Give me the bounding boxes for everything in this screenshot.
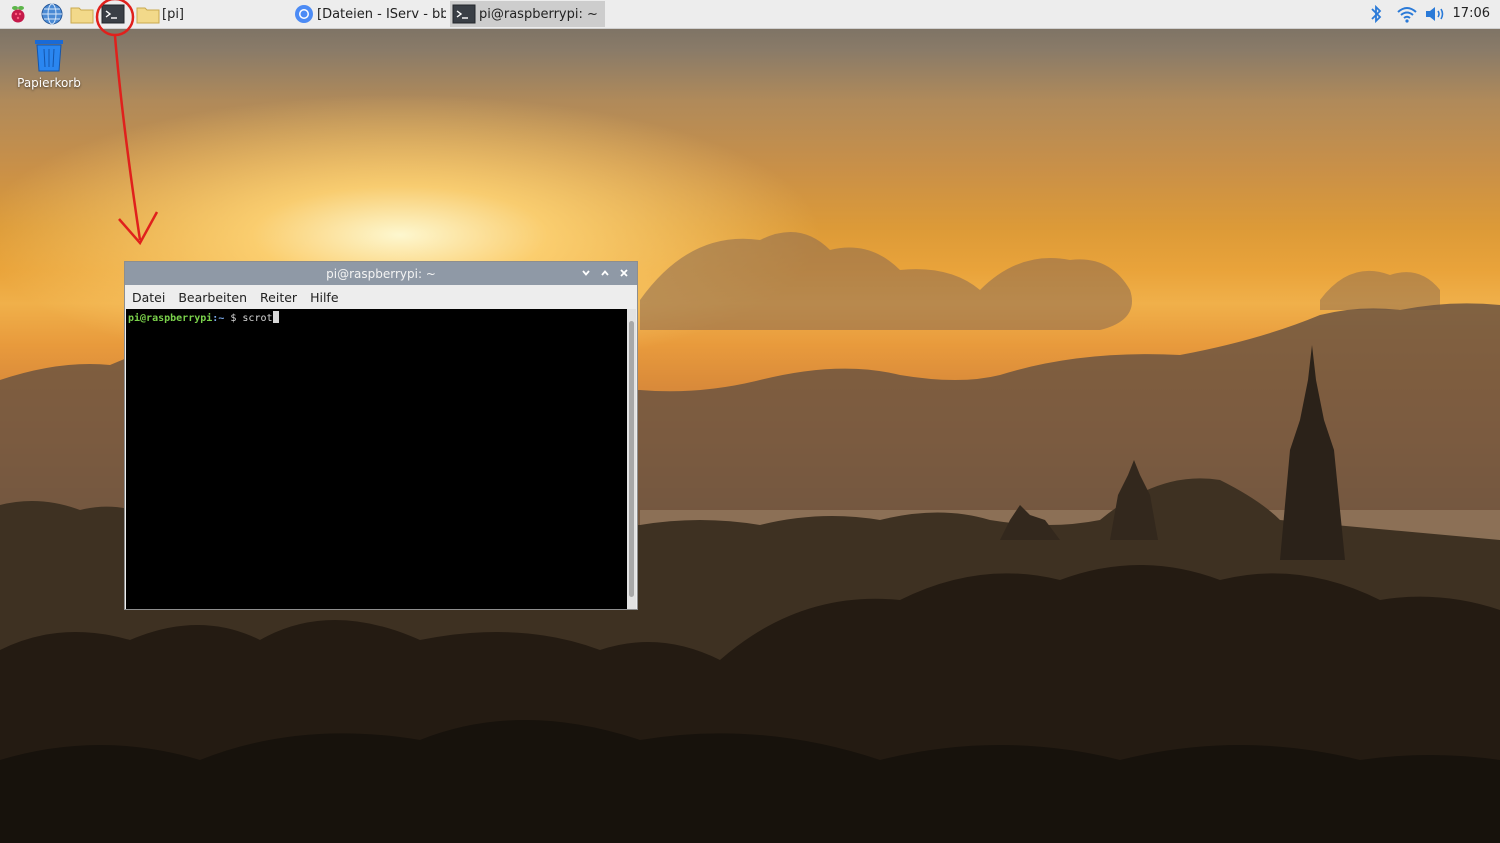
terminal-window: pi@raspberrypi: ~ Datei Bearbeiten Reite… xyxy=(124,261,638,610)
task-label: [pi] xyxy=(162,6,185,22)
trash-label: Papierkorb xyxy=(17,76,81,90)
prompt-user: pi@raspberrypi xyxy=(128,313,213,324)
terminal-output[interactable]: pi@raspberrypi:~ $ scrot xyxy=(126,309,628,609)
minimize-icon[interactable] xyxy=(578,265,593,281)
terminal-scrollbar[interactable] xyxy=(627,309,636,609)
window-title: pi@raspberrypi: ~ xyxy=(326,266,436,281)
chromium-icon xyxy=(294,4,314,24)
clock[interactable]: 17:06 xyxy=(1453,6,1490,21)
menu-hilfe[interactable]: Hilfe xyxy=(310,290,338,305)
prompt-path: :~ xyxy=(212,313,225,324)
folder-icon xyxy=(136,4,160,24)
raspberry-menu-icon[interactable] xyxy=(6,3,30,25)
menu-datei[interactable]: Datei xyxy=(132,290,165,305)
task-label: pi@raspberrypi: ~ xyxy=(479,6,598,22)
web-browser-icon[interactable] xyxy=(40,3,64,25)
terminal-icon xyxy=(452,4,476,24)
text-cursor xyxy=(272,311,279,323)
typed-command: scrot xyxy=(242,313,273,324)
maximize-icon[interactable] xyxy=(597,265,612,281)
task-terminal[interactable]: pi@raspberrypi: ~ xyxy=(450,1,605,27)
trash-icon xyxy=(14,38,84,72)
menu-reiter[interactable]: Reiter xyxy=(260,290,297,305)
desktop-trash[interactable]: Papierkorb xyxy=(14,38,84,90)
task-label: [Dateien - IServ - bbs... xyxy=(317,6,446,22)
bluetooth-icon[interactable] xyxy=(1364,3,1388,25)
window-controls xyxy=(578,265,631,281)
menu-bearbeiten[interactable]: Bearbeiten xyxy=(178,290,247,305)
volume-icon[interactable] xyxy=(1424,3,1448,25)
terminal-menubar: Datei Bearbeiten Reiter Hilfe xyxy=(125,285,637,309)
file-manager-icon[interactable] xyxy=(70,3,94,25)
task-file-manager[interactable]: [pi] xyxy=(136,1,288,27)
wifi-icon[interactable] xyxy=(1395,3,1419,25)
top-panel: [pi] [Dateien - IServ - bbs... pi@raspbe… xyxy=(0,0,1500,29)
scrollbar-thumb[interactable] xyxy=(629,321,634,597)
task-chromium[interactable]: [Dateien - IServ - bbs... xyxy=(294,1,446,27)
terminal-titlebar[interactable]: pi@raspberrypi: ~ xyxy=(125,262,637,285)
close-icon[interactable] xyxy=(616,265,631,281)
prompt-symbol: $ xyxy=(224,313,243,324)
terminal-launcher-icon[interactable] xyxy=(101,3,125,25)
